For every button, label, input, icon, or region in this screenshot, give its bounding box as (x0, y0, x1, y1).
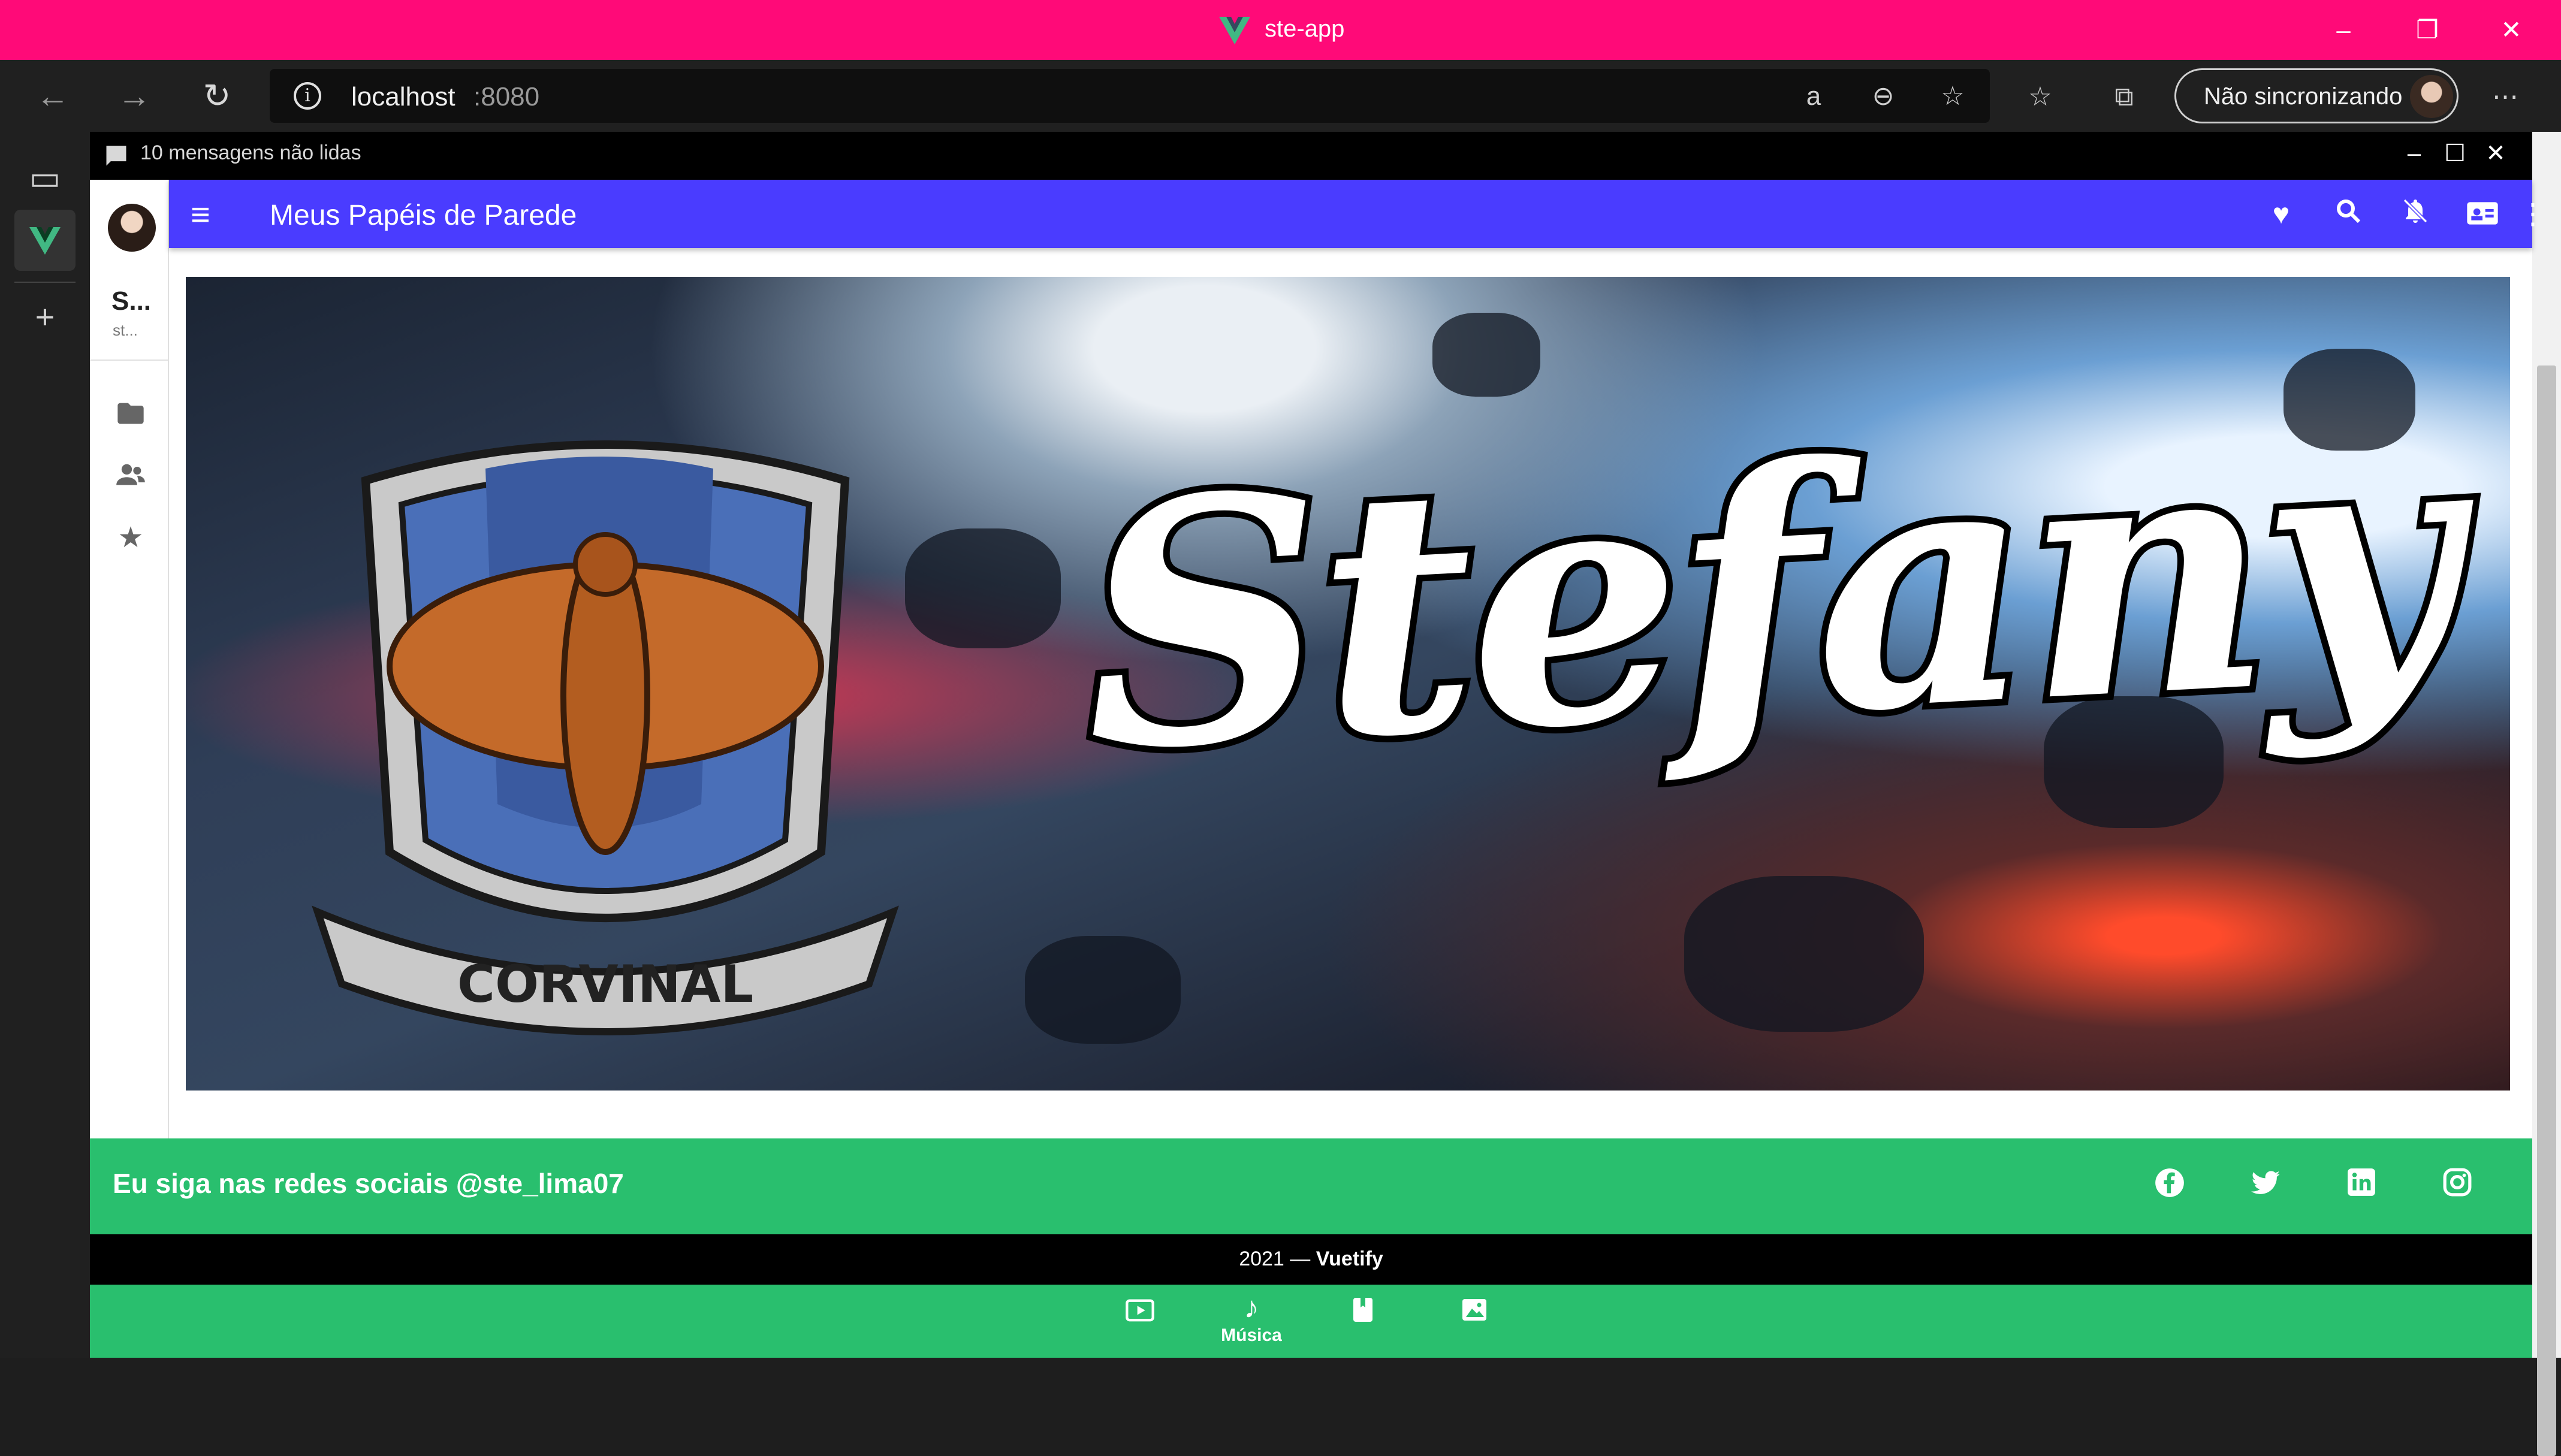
social-footer: Eu siga nas redes sociais @ste_lima07 (90, 1138, 2532, 1234)
notifications-off-icon[interactable] (2397, 197, 2433, 232)
copyright-year: 2021 — (1239, 1247, 1316, 1270)
profile-avatar (2410, 75, 2453, 118)
window-title: ste-app (1265, 16, 1345, 42)
vuetify-app: S... st... ★ ≡ Meus Papéis de Parede ♥ ⋮ (90, 180, 2547, 1358)
sidebar-rail: ▭ + (0, 132, 90, 1358)
bottom-nav-music[interactable]: ♪ Música (1215, 1289, 1287, 1347)
star-icon[interactable]: ★ (113, 520, 149, 556)
minimize-button[interactable]: – (2325, 12, 2361, 48)
twitter-icon[interactable] (2246, 1167, 2285, 1206)
user-avatar[interactable] (108, 204, 156, 252)
people-icon[interactable] (113, 459, 149, 495)
unread-messages[interactable]: 10 mensagens não lidas (140, 141, 361, 165)
chat-icon (106, 146, 126, 166)
banner-name: Stefany (1066, 354, 2468, 833)
folder-icon[interactable] (113, 398, 149, 434)
back-button[interactable]: ← (34, 77, 72, 115)
social-text: Eu siga nas redes sociais @ste_lima07 (113, 1168, 624, 1199)
collections-icon[interactable]: ⧉ (2107, 80, 2141, 114)
house-crest-image: CORVINAL (312, 440, 899, 1035)
linkedin-icon[interactable] (2342, 1167, 2381, 1206)
rail-divider (14, 282, 76, 283)
site-info-icon[interactable]: i (294, 82, 321, 110)
scrollbar-thumb[interactable] (2537, 365, 2556, 1456)
favorites-icon[interactable]: ☆ (2023, 80, 2057, 114)
menu-icon[interactable]: ≡ (191, 198, 224, 231)
user-name: S... (111, 286, 152, 316)
close-window-button[interactable]: ✕ (2493, 12, 2529, 48)
vue-app-tab[interactable] (14, 210, 76, 271)
more-icon[interactable]: ⋯ (2488, 80, 2522, 114)
url-port: :8080 (473, 82, 540, 111)
wallpaper-banner: CORVINAL Stefany (186, 277, 2510, 1091)
bottom-nav-book[interactable] (1327, 1295, 1399, 1353)
search-icon[interactable] (2330, 197, 2366, 232)
zoom-out-icon[interactable]: ⊖ (1866, 80, 1900, 113)
crest-label: CORVINAL (457, 954, 753, 1014)
more-vert-icon[interactable]: ⋮ (2518, 197, 2547, 232)
panel-close-button[interactable]: ✕ (2478, 135, 2514, 171)
page-scrollbar[interactable] (2532, 132, 2561, 1456)
forward-button[interactable]: → (115, 77, 153, 115)
user-handle: st... (113, 321, 138, 339)
window-titlebar: ste-app – ❐ ✕ (0, 0, 2561, 60)
bottom-nav-music-label: Música (1221, 1325, 1282, 1345)
app-title: Meus Papéis de Parede (270, 200, 577, 231)
translate-icon[interactable]: a (1797, 80, 1830, 113)
video-icon (1104, 1295, 1176, 1334)
url-host: localhost (351, 82, 456, 111)
contact-card-icon[interactable] (2465, 197, 2500, 232)
vue-logo-icon (1219, 17, 1250, 44)
copyright-bar: 2021 — Vuetify (90, 1234, 2532, 1285)
image-icon (1438, 1295, 1510, 1332)
heart-icon[interactable]: ♥ (2263, 197, 2299, 232)
sync-label: Não sincronizando (2204, 83, 2403, 110)
profile-sync-button[interactable]: Não sincronizando (2174, 68, 2459, 123)
drawer-divider (90, 360, 169, 361)
bottom-nav-image[interactable] (1438, 1295, 1510, 1353)
bottom-navigation: ♪ Música (90, 1285, 2532, 1358)
restore-button[interactable]: ❐ (2409, 12, 2445, 48)
add-icon[interactable]: + (23, 295, 67, 339)
facebook-icon[interactable] (2150, 1167, 2189, 1206)
address-bar[interactable]: i localhost :8080 a ⊖ ☆ (270, 69, 1990, 123)
bottom-nav-video[interactable] (1104, 1295, 1176, 1353)
panel-header: 10 mensagens não lidas – ☐ ✕ (90, 132, 2532, 180)
vue-app-icon (29, 227, 61, 255)
navigation-drawer: S... st... ★ (90, 180, 169, 1138)
copyright-brand: Vuetify (1316, 1247, 1383, 1270)
copyright-text: 2021 — Vuetify (90, 1247, 2532, 1271)
add-favorite-icon[interactable]: ☆ (1936, 80, 1969, 113)
book-icon (1327, 1295, 1399, 1332)
panel-maximize-button[interactable]: ☐ (2437, 135, 2473, 171)
browser-toolbar: ← → ↻ i localhost :8080 a ⊖ ☆ ☆ ⧉ Não si… (0, 60, 2561, 132)
app-bar: ≡ Meus Papéis de Parede ♥ ⋮ (169, 180, 2547, 248)
reload-button[interactable]: ↻ (198, 77, 236, 115)
music-icon: ♪ (1244, 1291, 1259, 1324)
instagram-icon[interactable] (2438, 1167, 2476, 1206)
panel-minimize-button[interactable]: – (2396, 135, 2432, 171)
tab-actions-icon[interactable]: ▭ (23, 156, 67, 200)
